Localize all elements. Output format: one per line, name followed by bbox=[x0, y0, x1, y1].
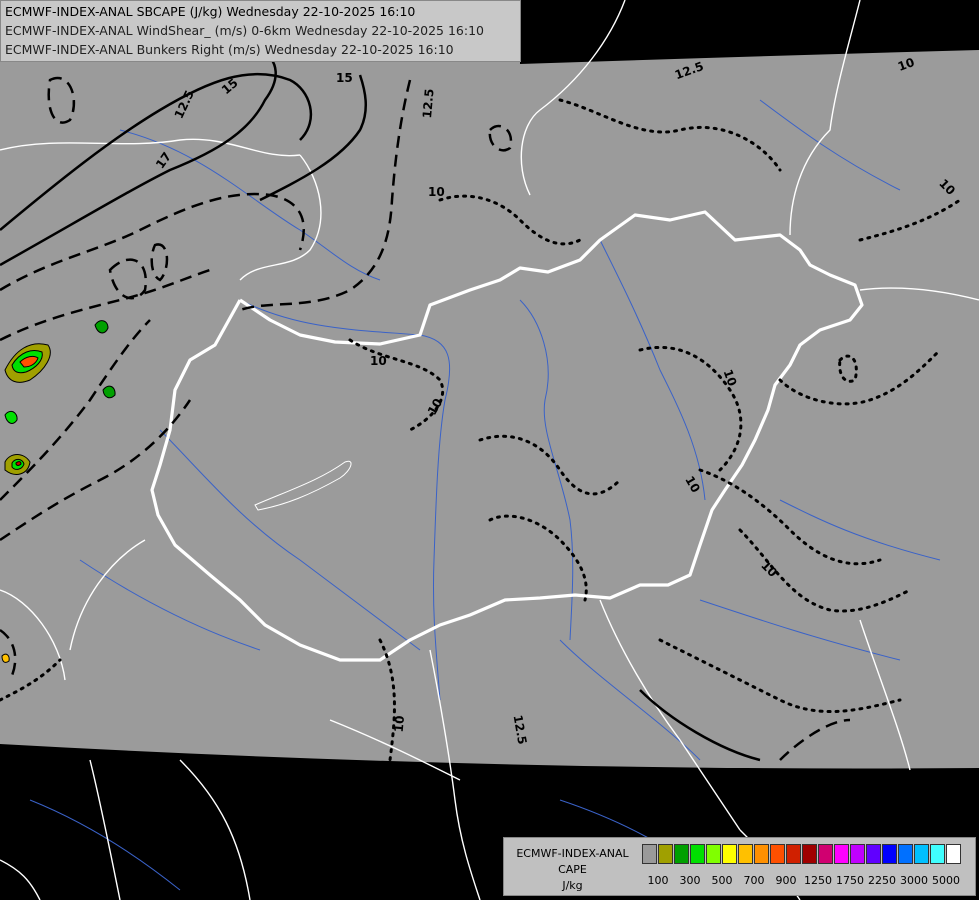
title-windshear: ECMWF-INDEX-ANAL WindShear_ (m/s) 0-6km … bbox=[5, 23, 484, 38]
contour-label: 15 bbox=[336, 71, 353, 85]
legend-swatch bbox=[866, 844, 881, 864]
legend-unit: J/kg bbox=[562, 879, 583, 892]
legend-swatch bbox=[898, 844, 913, 864]
legend-swatch bbox=[818, 844, 833, 864]
legend-tick-label: 500 bbox=[711, 874, 733, 887]
legend-tick-label: 1250 bbox=[804, 874, 832, 887]
legend-tick-label: 3000 bbox=[900, 874, 928, 887]
legend-color-scale bbox=[642, 844, 962, 866]
legend-swatch bbox=[850, 844, 865, 864]
legend-tick-label: 900 bbox=[775, 874, 797, 887]
legend-tick-label: 5000 bbox=[932, 874, 960, 887]
cape-legend: ECMWF-INDEX-ANAL CAPE J/kg 100 300 500 700 9… bbox=[503, 837, 976, 896]
legend-swatch bbox=[642, 844, 657, 864]
weather-map: 17 15 15 12.5 12.5 12.5 12.5 10 10 10 10… bbox=[0, 0, 979, 900]
legend-tick-label: 100 bbox=[647, 874, 669, 887]
legend-swatch bbox=[754, 844, 769, 864]
legend-swatch bbox=[770, 844, 785, 864]
legend-tick-label: 1750 bbox=[836, 874, 864, 887]
contour-label: 10 bbox=[428, 185, 445, 199]
legend-tick-label: 700 bbox=[743, 874, 765, 887]
legend-swatch bbox=[722, 844, 737, 864]
legend-swatch bbox=[658, 844, 673, 864]
legend-swatch bbox=[802, 844, 817, 864]
contour-label: 10 bbox=[392, 715, 407, 733]
legend-swatch bbox=[786, 844, 801, 864]
legend-tick-label: 2250 bbox=[868, 874, 896, 887]
legend-swatch bbox=[738, 844, 753, 864]
title-sbcape: ECMWF-INDEX-ANAL SBCAPE (J/kg) Wednesday… bbox=[5, 4, 416, 19]
legend-swatch bbox=[946, 844, 961, 864]
legend-swatch bbox=[930, 844, 945, 864]
legend-swatch bbox=[690, 844, 705, 864]
legend-source: ECMWF-INDEX-ANAL bbox=[516, 847, 629, 860]
contour-label: 10 bbox=[370, 354, 387, 368]
map-title-box: ECMWF-INDEX-ANAL SBCAPE (J/kg) Wednesday… bbox=[0, 0, 521, 62]
legend-swatch bbox=[674, 844, 689, 864]
legend-swatch bbox=[914, 844, 929, 864]
legend-label-block: ECMWF-INDEX-ANAL CAPE J/kg bbox=[510, 846, 635, 894]
legend-tick-label: 300 bbox=[679, 874, 701, 887]
contour-label: 12.5 bbox=[420, 88, 437, 119]
legend-swatch bbox=[706, 844, 721, 864]
legend-parameter: CAPE bbox=[558, 863, 587, 876]
legend-swatch bbox=[834, 844, 849, 864]
title-bunkers: ECMWF-INDEX-ANAL Bunkers Right (m/s) Wed… bbox=[5, 42, 454, 57]
legend-swatch bbox=[882, 844, 897, 864]
